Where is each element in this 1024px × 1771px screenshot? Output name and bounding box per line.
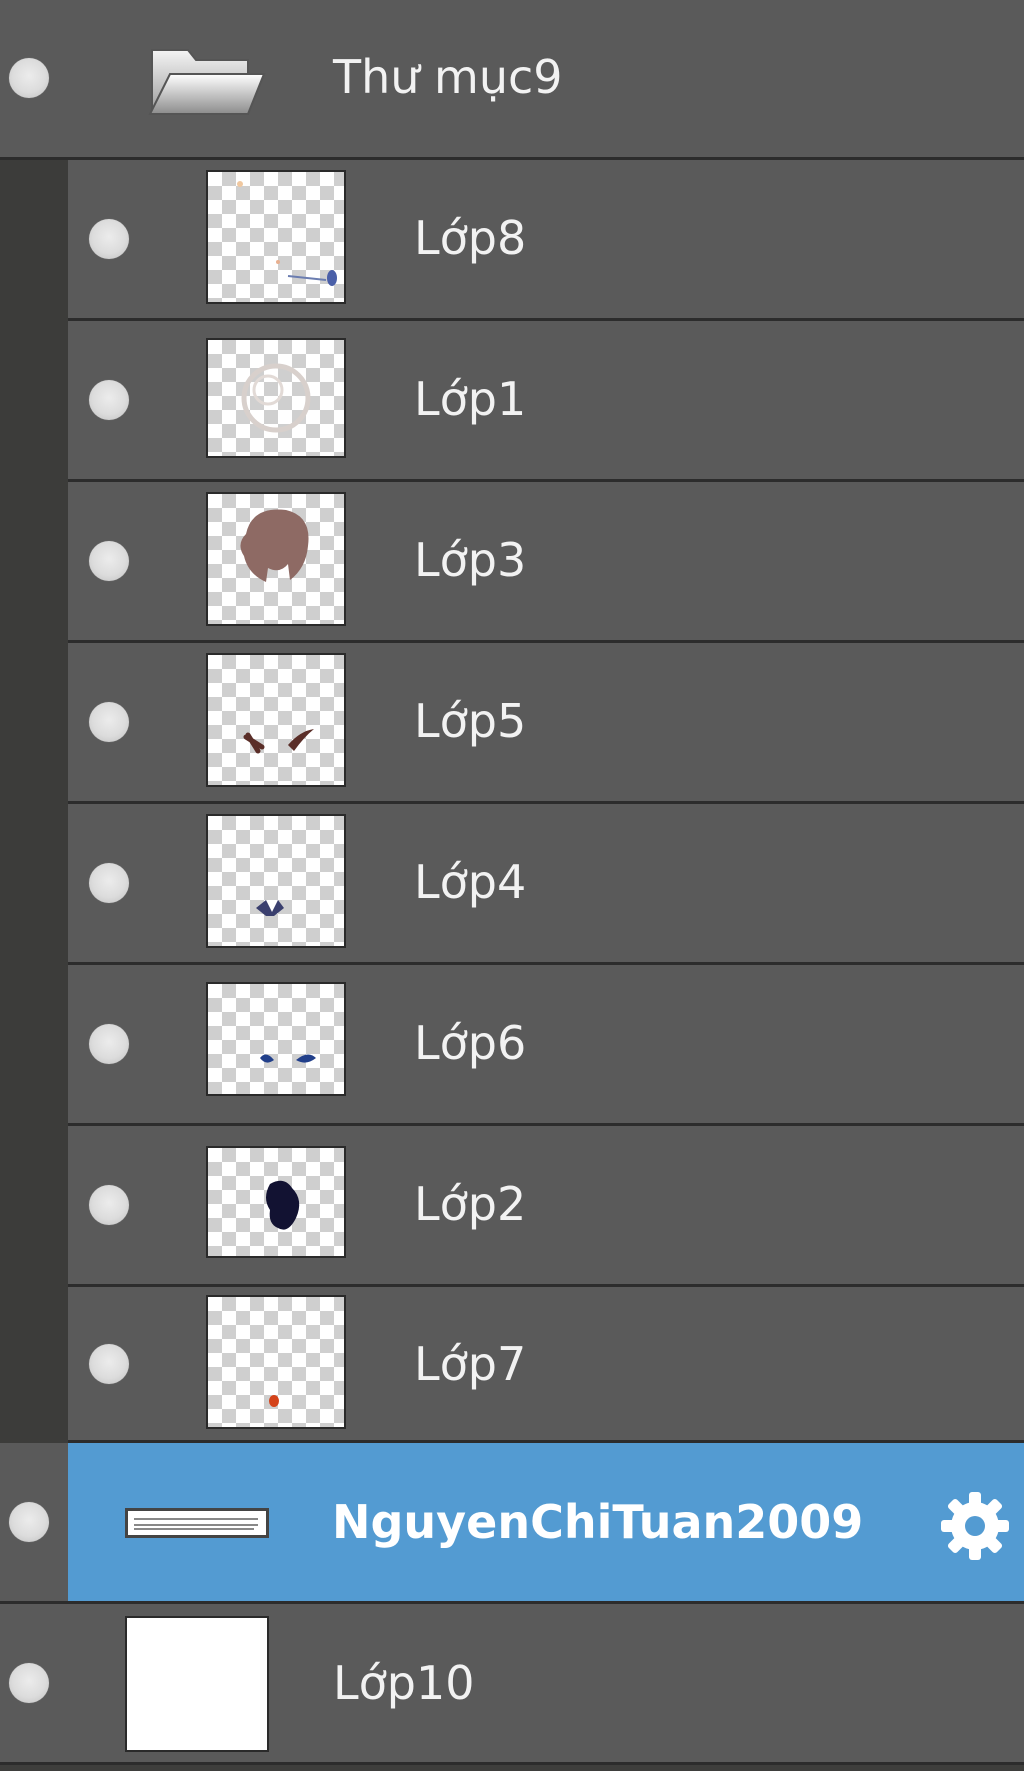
visibility-toggle-icon[interactable] <box>89 219 129 259</box>
layer-folder-row[interactable]: Thư mục9 <box>0 0 1024 160</box>
layer-name: Lớp4 <box>414 855 527 909</box>
layer-name: Lớp1 <box>414 372 527 426</box>
layers-panel: Thư mục9 Lớp8 Lớp1 Lớp3 Lớp5 Lớp4 Lớp6 L… <box>0 0 1024 1771</box>
folder-icon <box>148 40 266 120</box>
layer-row-lop8[interactable]: Lớp8 <box>68 160 1024 321</box>
visibility-toggle-icon[interactable] <box>89 380 129 420</box>
layer-row-gutter <box>0 1443 68 1604</box>
layer-thumbnail <box>206 1146 346 1258</box>
layer-row-lop3[interactable]: Lớp3 <box>68 482 1024 643</box>
layer-thumbnail <box>206 982 346 1096</box>
gear-icon[interactable] <box>938 1489 1012 1563</box>
layer-thumbnail <box>206 653 346 787</box>
visibility-toggle-icon[interactable] <box>9 1502 49 1542</box>
layer-name: Lớp7 <box>414 1337 527 1391</box>
layer-row-lop10[interactable]: Lớp10 <box>0 1604 1024 1765</box>
visibility-toggle-icon[interactable] <box>89 863 129 903</box>
visibility-toggle-icon[interactable] <box>89 541 129 581</box>
layer-row-lop4[interactable]: Lớp4 <box>68 804 1024 965</box>
layer-name: Lớp5 <box>414 694 527 748</box>
layer-name: NguyenChiTuan2009 <box>332 1495 864 1549</box>
layer-thumbnail <box>206 1295 346 1429</box>
layer-name: Lớp8 <box>414 211 527 265</box>
layer-thumbnail <box>206 814 346 948</box>
layer-thumbnail <box>206 492 346 626</box>
layer-name: Lớp6 <box>414 1016 527 1070</box>
visibility-toggle-icon[interactable] <box>9 58 49 98</box>
visibility-toggle-icon[interactable] <box>89 1344 129 1384</box>
group-indent-strip <box>0 160 68 1443</box>
layer-thumbnail <box>125 1616 269 1752</box>
layer-row-lop7[interactable]: Lớp7 <box>68 1287 1024 1443</box>
layer-row-lop2[interactable]: Lớp2 <box>68 1126 1024 1287</box>
layer-name: Lớp10 <box>333 1656 475 1710</box>
layer-thumbnail <box>206 338 346 458</box>
visibility-toggle-icon[interactable] <box>89 1024 129 1064</box>
layer-row-lop1[interactable]: Lớp1 <box>68 321 1024 482</box>
layer-row-lop6[interactable]: Lớp6 <box>68 965 1024 1126</box>
layer-row-selected[interactable]: NguyenChiTuan2009 <box>68 1443 1024 1604</box>
layer-row-lop5[interactable]: Lớp5 <box>68 643 1024 804</box>
layer-thumbnail <box>206 170 346 304</box>
layer-name: Lớp2 <box>414 1177 527 1231</box>
visibility-toggle-icon[interactable] <box>9 1663 49 1703</box>
layer-thumbnail <box>125 1508 269 1538</box>
layer-name: Lớp3 <box>414 533 527 587</box>
visibility-toggle-icon[interactable] <box>89 1185 129 1225</box>
folder-name: Thư mục9 <box>333 50 563 104</box>
visibility-toggle-icon[interactable] <box>89 702 129 742</box>
